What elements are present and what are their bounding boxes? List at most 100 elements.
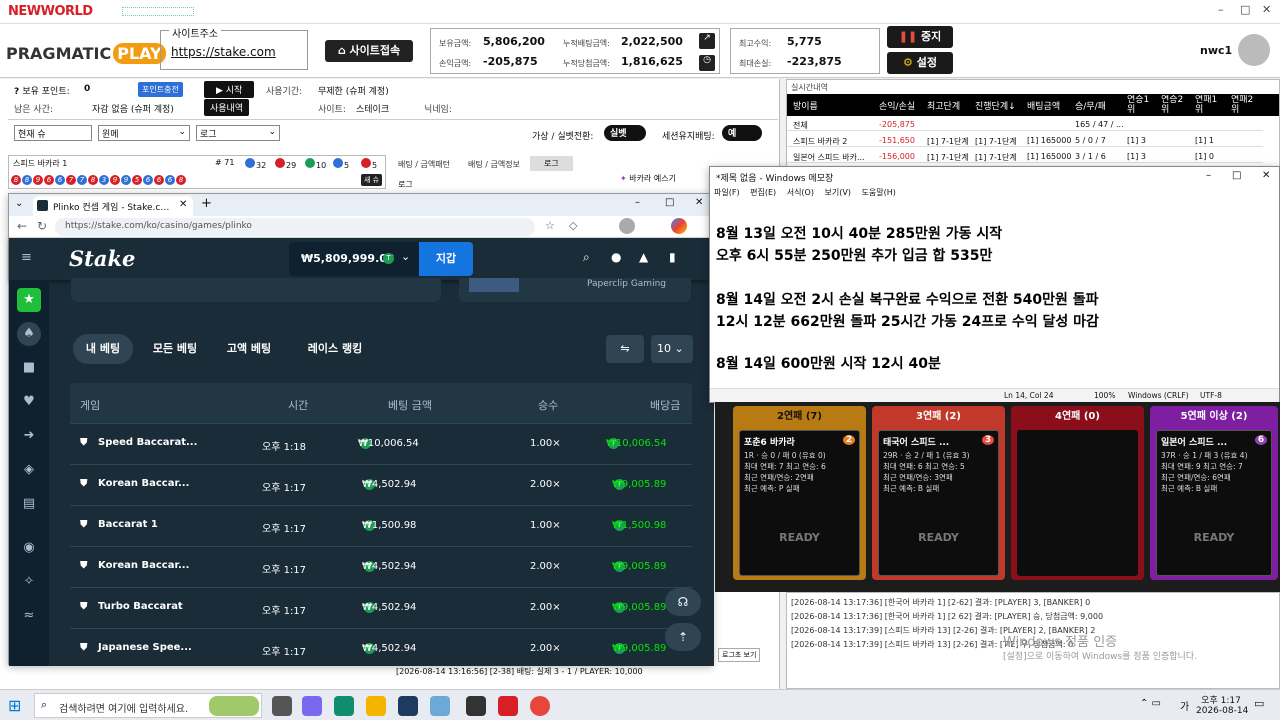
avatar[interactable]	[1238, 34, 1270, 66]
history-button[interactable]: 사용내역	[204, 99, 250, 116]
session-toggle[interactable]: 예	[722, 125, 762, 141]
sparkle-icon[interactable]: ✧	[17, 570, 41, 594]
table-row[interactable]: ⛊ Korean Baccar... 오후 1:17 ₩4,502.94 T 2.…	[70, 546, 692, 587]
maximize-button[interactable]: □	[1240, 3, 1250, 16]
stop-button[interactable]: ❚❚ 중지	[887, 26, 953, 48]
tab-race[interactable]: 레이스 랭킹	[293, 334, 377, 364]
table-row[interactable]: ⛊ Japanese Spee... 오후 1:17 ₩4,502.94 T 2.…	[70, 628, 692, 669]
bet-game[interactable]: Baccarat 1	[98, 519, 158, 530]
gift-icon[interactable]: ★	[17, 288, 41, 312]
bet-game[interactable]: Japanese Spee...	[98, 642, 192, 653]
folder-icon[interactable]	[366, 696, 386, 716]
tab-my-bets[interactable]: 내 베팅	[73, 334, 133, 364]
settings-button[interactable]: ⚙ 설정	[887, 52, 953, 74]
bet-game[interactable]: Korean Baccar...	[98, 478, 189, 489]
scroll-top-icon[interactable]: ⇡	[665, 623, 701, 651]
shield-icon[interactable]: ◇	[569, 219, 577, 232]
chart-icon[interactable]: ↗	[699, 33, 715, 49]
site-url-link[interactable]: https://stake.com	[171, 45, 276, 59]
tab-log[interactable]: 로그	[530, 156, 573, 171]
virtual-toggle[interactable]: 실벳	[604, 125, 646, 141]
clock-date[interactable]: 2026-08-14	[1196, 706, 1248, 716]
new-tab-button[interactable]: +	[201, 196, 212, 211]
table-row[interactable]: 일본어 스피드 바카... -156,000 [1] 7-1단계 [1] 7-1단계[…	[787, 150, 1263, 163]
tab-bet-pattern[interactable]: 배팅 / 금액패턴	[398, 159, 450, 170]
tab-high-bets[interactable]: 고액 베팅	[217, 334, 281, 364]
menu-format[interactable]: 서식(O)	[787, 188, 814, 197]
browser-tab[interactable]: Plinko 컨셉 게임 - Stake.com에서 ✕	[33, 196, 193, 216]
network-icon[interactable]: ⌃ ▭	[1140, 698, 1161, 709]
mode-select[interactable]: 윈메 ⌄	[98, 125, 190, 141]
menu-edit[interactable]: 편집(E)	[750, 188, 776, 197]
points-charge-button[interactable]: 포인트충전	[138, 82, 183, 97]
baccarat-tab[interactable]: ✦ 바카라 예스기	[620, 173, 676, 184]
menu-icon[interactable]: ≡	[21, 250, 32, 265]
notepad-icon[interactable]	[430, 696, 450, 716]
profile-icon[interactable]	[619, 218, 635, 234]
tab-menu-icon[interactable]: ⌄	[15, 198, 23, 209]
minimize-button[interactable]: –	[1218, 3, 1224, 16]
streak-card[interactable]: 5연패 이상 (2) 일본어 스피드 ... 6 37R · 승 1 / 패 3 …	[1150, 406, 1278, 580]
clock-icon[interactable]: ◷	[699, 55, 715, 71]
taskbar-search[interactable]: ⌕ 검색하려면 여기에 입력하세요.	[34, 693, 262, 718]
promo-card-left[interactable]	[71, 278, 441, 302]
table-row[interactable]: 스피드 바카라 2 -151,650 [1] 7-1단계 [1] 7-1단계 [1] 1…	[787, 134, 1263, 147]
page-size-select[interactable]: 10 ⌄	[651, 335, 693, 363]
tab-all-bets[interactable]: 모든 베팅	[143, 334, 207, 364]
close-icon[interactable]: ✕	[179, 199, 187, 210]
shoe-select[interactable]: 현재 슈	[14, 125, 92, 141]
new-shoe-button[interactable]: 새 슈	[361, 174, 383, 186]
user-icon[interactable]: ●	[611, 250, 621, 264]
chrome-icon[interactable]	[530, 696, 550, 716]
table-row[interactable]: ⛊ Baccarat 1 오후 1:17 ₩1,500.98 T 1.00× ₩1…	[70, 505, 692, 546]
streak-card[interactable]: 4연패 (0)	[1011, 406, 1144, 580]
stake-logo[interactable]: Stake	[69, 246, 135, 271]
reload-icon[interactable]: ↻	[37, 219, 47, 233]
maximize-icon[interactable]: □	[665, 197, 674, 208]
notepad-editor[interactable]: 8월 13일 오전 10시 40분 285만원 가동 시작 오후 6시 55분 …	[710, 201, 1279, 387]
newworld-icon[interactable]	[498, 696, 518, 716]
sidebar-toggle-icon[interactable]: ▮	[669, 250, 676, 264]
start-button[interactable]: ▶ 시작	[204, 81, 255, 98]
clock-time[interactable]: 오후 1:17	[1200, 693, 1242, 706]
search-icon[interactable]: ⌕	[583, 250, 590, 265]
streak-card[interactable]: 3연패 (2) 태국어 스피드 ... 3 29R · 승 2 / 패 1 (유효…	[872, 406, 1005, 580]
ime-indicator[interactable]: 가	[1180, 698, 1189, 713]
copilot-icon[interactable]	[671, 218, 687, 234]
close-button[interactable]: ✕	[1262, 3, 1271, 16]
back-icon[interactable]: ←	[17, 219, 27, 233]
arrow-icon[interactable]: ➜	[17, 424, 41, 448]
star-icon[interactable]: ☆	[545, 219, 555, 232]
table-row[interactable]: ⛊ Speed Baccarat... 오후 1:18 ₩10,006.54 T …	[70, 423, 692, 464]
windows-start-icon[interactable]: ⊞	[8, 696, 21, 715]
new-icon[interactable]: ◈	[17, 458, 41, 482]
minimize-icon[interactable]: –	[1206, 170, 1211, 181]
streak-card[interactable]: 2연패 (7) 포춘6 바카라 2 1R · 승 0 / 패 0 (유효 0) 최…	[733, 406, 866, 580]
app-icon[interactable]	[466, 696, 486, 716]
notification-icon[interactable]: ▭	[1254, 697, 1264, 710]
copilot-icon[interactable]	[302, 696, 322, 716]
list-icon[interactable]: ▤	[17, 492, 41, 516]
task-view-icon[interactable]	[272, 696, 292, 716]
menu-view[interactable]: 보기(V)	[825, 188, 851, 197]
trend-icon[interactable]: ≈	[17, 604, 41, 628]
table-row[interactable]: 전체 -205,875 165 / 47 / ...	[787, 118, 1263, 131]
casino-icon[interactable]: ♠	[17, 322, 41, 346]
url-field[interactable]: https://stake.com/ko/casino/games/plinko	[55, 218, 535, 236]
table-row[interactable]: ⛊ Korean Baccar... 오후 1:17 ₩4,502.94 T 2.…	[70, 464, 692, 505]
bet-game[interactable]: Speed Baccarat...	[98, 437, 197, 448]
heart-icon[interactable]: ♥	[17, 390, 41, 414]
terminal-icon[interactable]	[398, 696, 418, 716]
minimize-icon[interactable]: –	[635, 197, 640, 208]
maximize-icon[interactable]: □	[1232, 170, 1241, 181]
coin-icon[interactable]: ◉	[17, 536, 41, 560]
balance-display[interactable]: ₩5,809,999.03 T ⌄	[289, 242, 419, 276]
log-view-button[interactable]: 로그초 보기	[718, 648, 761, 662]
site-connect-button[interactable]: ⌂ 사이트접속	[325, 40, 413, 62]
tab-bet-info[interactable]: 배팅 / 금액정보	[468, 159, 520, 170]
log-select[interactable]: 로그 ⌄	[196, 125, 280, 141]
close-icon[interactable]: ✕	[1262, 170, 1270, 181]
edge-icon[interactable]	[334, 696, 354, 716]
table-row[interactable]: ⛊ Turbo Baccarat 오후 1:17 ₩4,502.94 T 2.00…	[70, 587, 692, 628]
hide-icon[interactable]: ⇋	[606, 335, 644, 363]
